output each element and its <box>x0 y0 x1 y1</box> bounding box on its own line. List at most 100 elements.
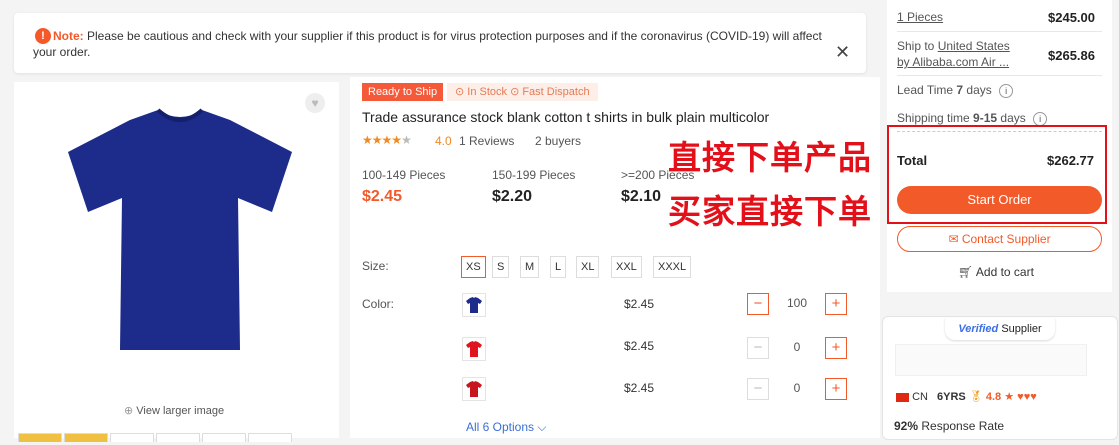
color-swatch[interactable] <box>462 293 486 317</box>
chevron-down-icon: ⌵ <box>537 420 547 434</box>
star-icon: ★ <box>381 133 393 147</box>
supplier-meta: CN 6YRS 🏅︎ 4.8 ★ ♥♥♥ <box>896 390 1037 403</box>
shipping-method-link[interactable]: by Alibaba.com Air ... <box>897 55 1009 69</box>
notice-text-block: Note: Please be cautious and check with … <box>33 28 823 60</box>
tier-label: 100-149 Pieces <box>362 168 446 182</box>
size-option-xxxl[interactable]: XXXL <box>653 256 692 278</box>
notice-message: Please be cautious and check with your s… <box>33 29 822 59</box>
divider <box>897 75 1102 76</box>
pieces-link[interactable]: 1 Pieces <box>897 10 943 24</box>
lead-time: Lead Time 7 days i <box>897 83 1014 98</box>
supplier-country: CN <box>912 391 928 403</box>
increase-button[interactable]: + <box>825 378 847 400</box>
color-swatch[interactable] <box>462 337 486 361</box>
ship-to-prefix: Ship to <box>897 39 938 53</box>
start-order-button[interactable]: Start Order <box>897 186 1102 214</box>
overlay-annotation-line2: 买家直接下单 <box>668 192 872 231</box>
zoom-icon: ⊕ <box>124 405 134 417</box>
size-option-m[interactable]: M <box>520 256 540 278</box>
size-option-s[interactable]: S <box>492 256 510 278</box>
product-main-image[interactable] <box>60 100 300 360</box>
all-options-label: All 6 Options <box>466 420 535 434</box>
tier-label: 150-199 Pieces <box>492 168 576 182</box>
china-flag-icon <box>896 392 909 402</box>
shipping-time: Shipping time 9-15 days i <box>897 111 1048 126</box>
supplier-years: 6YRS <box>937 391 966 403</box>
quantity-stepper: − 0 + <box>747 337 847 359</box>
ship-to-info: Ship to United States by Alibaba.com Air… <box>897 38 1010 70</box>
verified-suffix: Supplier <box>998 323 1042 335</box>
increase-button[interactable]: + <box>825 337 847 359</box>
add-to-cart-label: Add to cart <box>975 265 1034 279</box>
pieces-value: $245.00 <box>1048 10 1095 25</box>
decrease-button[interactable]: − <box>747 378 769 400</box>
ship-value: $265.86 <box>1048 48 1095 63</box>
size-option-l[interactable]: L <box>550 256 567 278</box>
contact-supplier-button[interactable]: ✉ Contact Supplier <box>897 226 1102 252</box>
tier-price: $2.10 <box>621 188 662 205</box>
size-label: Size: <box>362 259 389 273</box>
view-larger-label: View larger image <box>136 405 225 417</box>
color-row-price: $2.45 <box>624 297 655 311</box>
cart-icon: 🛒︎ <box>958 265 974 279</box>
envelope-icon: ✉ <box>948 232 959 246</box>
contact-supplier-label: Contact Supplier <box>961 232 1051 246</box>
shipping-time-unit: days <box>997 111 1026 125</box>
total-value: $262.77 <box>1047 153 1094 168</box>
supplier-name-placeholder[interactable] <box>895 344 1087 376</box>
color-label: Color: <box>362 297 395 311</box>
tier-price: $2.45 <box>362 188 403 205</box>
supplier-rating: 4.8 <box>985 391 1002 403</box>
verified-label: Verified <box>958 323 999 335</box>
response-rate-value: 92% <box>894 419 919 433</box>
shipping-time-value: 9-15 <box>973 111 998 125</box>
info-icon[interactable]: i <box>999 84 1014 98</box>
decrease-button[interactable]: − <box>747 293 769 315</box>
lead-time-unit: days <box>963 83 992 97</box>
ready-to-ship-badge: Ready to Ship <box>362 83 444 101</box>
in-stock-badge: ⊙ In Stock ⊙ Fast Dispatch <box>447 83 598 101</box>
thumbnail-strip <box>18 430 294 442</box>
divider <box>897 31 1102 32</box>
rating-value: 4.0 <box>435 134 452 148</box>
add-to-cart-link[interactable]: 🛒︎ Add to cart <box>958 265 1034 279</box>
overlay-annotation-line1: 直接下单产品 <box>668 138 872 177</box>
shipping-time-label: Shipping time <box>897 111 974 125</box>
tier-price: $2.20 <box>492 188 533 205</box>
view-larger-link[interactable]: ⊕ View larger image <box>124 404 224 417</box>
rating-stars: ★★★★★ <box>362 133 412 147</box>
color-row-price: $2.45 <box>624 381 655 395</box>
decrease-button[interactable]: − <box>747 337 769 359</box>
star-icon: ★ <box>1004 391 1015 403</box>
star-icon: ★ <box>371 133 383 147</box>
diamond-icons: ♥♥♥ <box>1017 391 1037 403</box>
star-icon: ★ <box>362 133 373 147</box>
close-icon[interactable]: ✕ <box>835 42 850 63</box>
quantity-input[interactable]: 0 <box>771 337 823 357</box>
info-icon[interactable]: i <box>1033 112 1048 126</box>
total-label: Total <box>897 153 928 168</box>
size-option-xl[interactable]: XL <box>576 256 600 278</box>
notice-label: Note: <box>53 29 84 43</box>
star-empty-icon: ★ <box>401 133 412 147</box>
buyers-count: 2 buyers <box>535 134 582 148</box>
favorite-heart-icon[interactable]: ♥ <box>305 93 325 113</box>
dashed-divider <box>897 131 1102 132</box>
increase-button[interactable]: + <box>825 293 847 315</box>
quantity-input[interactable]: 0 <box>771 378 823 398</box>
size-option-xxl[interactable]: XXL <box>611 256 642 278</box>
quantity-stepper: − 100 + <box>747 293 847 315</box>
color-row-price: $2.45 <box>624 339 655 353</box>
quantity-input[interactable]: 100 <box>771 293 823 313</box>
color-swatch[interactable] <box>462 377 486 401</box>
product-title: Trade assurance stock blank cotton t shi… <box>362 109 770 125</box>
verified-supplier-badge: Verified Supplier <box>945 318 1055 340</box>
all-options-link[interactable]: All 6 Options ⌵ <box>466 420 547 435</box>
lead-time-label: Lead Time <box>897 83 957 97</box>
reviews-link[interactable]: 1 Reviews <box>459 134 514 148</box>
response-rate: 92% Response Rate <box>894 419 1004 433</box>
ship-to-country-link[interactable]: United States <box>938 39 1010 53</box>
response-rate-label: Response Rate <box>918 419 1005 433</box>
size-option-xs[interactable]: XS <box>461 256 486 278</box>
quantity-stepper: − 0 + <box>747 378 847 400</box>
